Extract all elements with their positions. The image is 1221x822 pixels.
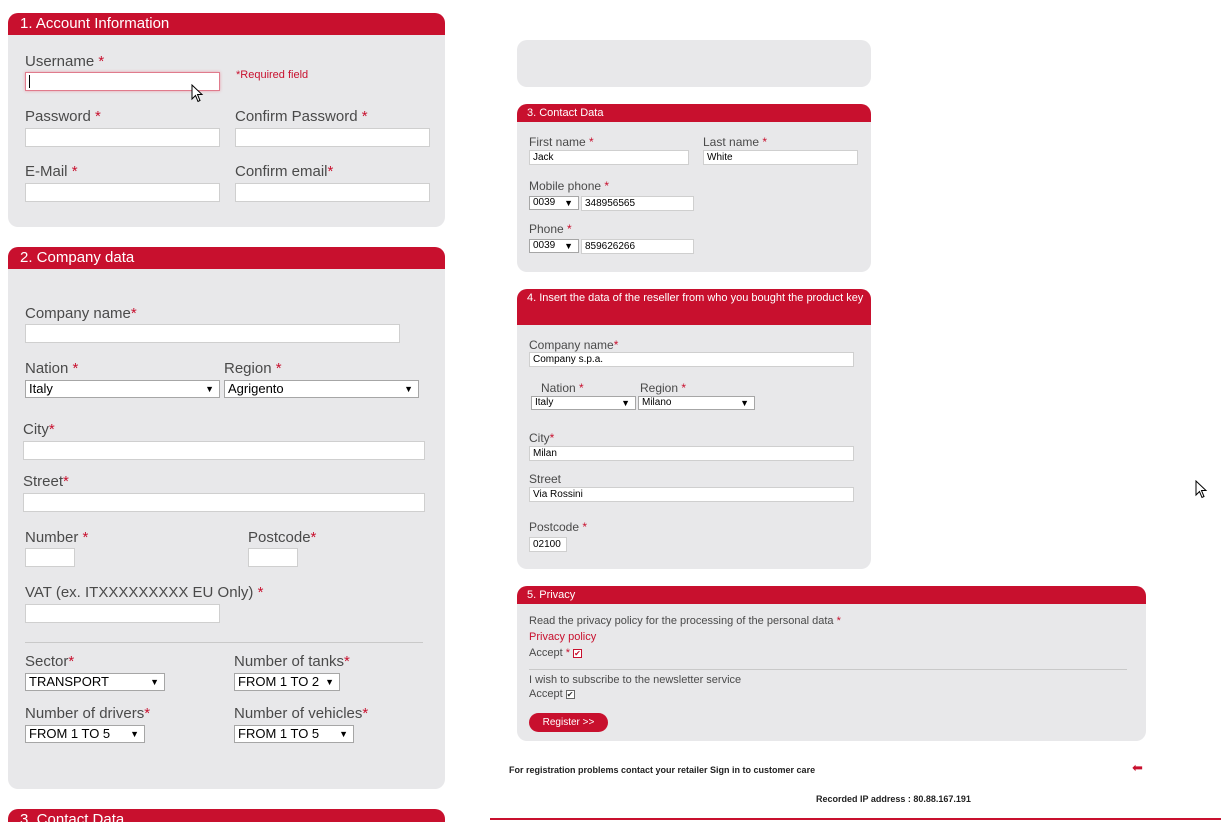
newsletter-accept: Accept ✔ — [529, 688, 575, 700]
last-name-input[interactable]: White — [703, 150, 858, 165]
privacy-accept-checkbox[interactable]: ✔ — [572, 648, 582, 658]
city-input[interactable] — [23, 441, 425, 460]
chevron-down-icon: ▼ — [205, 384, 214, 394]
company-header: 2. Company data — [8, 247, 445, 269]
confirm-email-input[interactable] — [235, 183, 430, 202]
reseller-street-input[interactable]: Via Rossini — [529, 487, 854, 502]
reseller-region-label: Region * — [640, 381, 687, 395]
nation-select[interactable]: Italy ▼ — [25, 380, 220, 398]
required-note: *Required field — [236, 69, 309, 81]
postcode-label: Postcode* — [248, 529, 317, 546]
reseller-postcode-label: Postcode * — [529, 520, 588, 534]
username-label: Username * — [25, 53, 105, 70]
mobile-input[interactable]: 348956565 — [581, 196, 694, 211]
nation-label: Nation * — [25, 360, 79, 377]
privacy-panel: 5. Privacy Read the privacy policy for t… — [517, 586, 1146, 741]
company-name-label: Company name* — [25, 305, 137, 322]
reseller-postcode-input[interactable]: 02100 — [529, 537, 567, 552]
phone-label: Phone * — [529, 222, 572, 236]
street-label: Street* — [23, 473, 69, 490]
chevron-down-icon: ▼ — [130, 729, 139, 739]
number-label: Number * — [25, 529, 89, 546]
first-name-label: First name * — [529, 135, 594, 149]
confirm-password-label: Confirm Password * — [235, 108, 368, 125]
pointer-cursor-icon — [1195, 480, 1208, 499]
registration-problems-text[interactable]: For registration problems contact your r… — [509, 765, 815, 775]
newsletter-text: I wish to subscribe to the newsletter se… — [529, 674, 742, 686]
chevron-down-icon: ▼ — [621, 398, 630, 408]
sector-label: Sector* — [25, 653, 75, 670]
reseller-company-label: Company name* — [529, 338, 619, 352]
tanks-label: Number of tanks* — [234, 653, 350, 670]
confirm-email-label: Confirm email* — [235, 163, 334, 180]
recorded-ip-text: Recorded IP address : 80.88.167.191 — [816, 794, 971, 804]
privacy-policy-text: Read the privacy policy for the processi… — [529, 615, 841, 627]
contact-panel-partial: 3. Contact Data — [8, 809, 445, 822]
contact-partial-header: 3. Contact Data — [8, 809, 445, 822]
city-label: City* — [23, 421, 55, 438]
privacy-accept: Accept * ✔ — [529, 647, 582, 659]
account-panel: 1. Account Information Username * *Requi… — [8, 13, 445, 227]
region-select[interactable]: Agrigento ▼ — [224, 380, 419, 398]
back-arrow-icon[interactable]: ⬅ — [1132, 760, 1143, 776]
last-name-label: Last name * — [703, 135, 768, 149]
company-name-input[interactable] — [25, 324, 400, 343]
reseller-header: 4. Insert the data of the reseller from … — [517, 289, 871, 325]
privacy-policy-link[interactable]: Privacy policy — [529, 631, 596, 643]
password-input[interactable] — [25, 128, 220, 147]
reseller-city-input[interactable]: Milan — [529, 446, 854, 461]
divider — [25, 642, 423, 643]
chevron-down-icon: ▼ — [150, 677, 159, 687]
chevron-down-icon: ▼ — [325, 677, 334, 687]
privacy-divider — [529, 669, 1127, 670]
chevron-down-icon: ▼ — [740, 398, 749, 408]
sector-select[interactable]: TRANSPORT ▼ — [25, 673, 165, 691]
password-label: Password * — [25, 108, 101, 125]
street-input[interactable] — [23, 493, 425, 512]
partial-panel-top — [517, 40, 871, 87]
chevron-down-icon: ▼ — [339, 729, 348, 739]
first-name-input[interactable]: Jack — [529, 150, 689, 165]
email-input[interactable] — [25, 183, 220, 202]
region-label: Region * — [224, 360, 282, 377]
vehicles-select[interactable]: FROM 1 TO 5 ▼ — [234, 725, 354, 743]
contact-panel: 3. Contact Data First name * Jack Last n… — [517, 104, 871, 272]
tanks-select[interactable]: FROM 1 TO 2 ▼ — [234, 673, 340, 691]
chevron-down-icon: ▼ — [564, 198, 573, 208]
chevron-down-icon: ▼ — [404, 384, 413, 394]
privacy-header: 5. Privacy — [517, 586, 1146, 604]
company-panel: 2. Company data Company name* Nation * I… — [8, 247, 445, 789]
drivers-select[interactable]: FROM 1 TO 5 ▼ — [25, 725, 145, 743]
pointer-cursor-icon — [191, 84, 204, 103]
mobile-label: Mobile phone * — [529, 179, 610, 193]
reseller-panel: 4. Insert the data of the reseller from … — [517, 289, 871, 569]
reseller-company-input[interactable]: Company s.p.a. — [529, 352, 854, 367]
phone-prefix-select[interactable]: 0039 ▼ — [529, 239, 579, 253]
postcode-input[interactable] — [248, 548, 298, 567]
email-label: E-Mail * — [25, 163, 78, 180]
drivers-label: Number of drivers* — [25, 705, 151, 722]
mobile-prefix-select[interactable]: 0039 ▼ — [529, 196, 579, 210]
phone-input[interactable]: 859626266 — [581, 239, 694, 254]
reseller-street-label: Street — [529, 472, 562, 486]
vat-input[interactable] — [25, 604, 220, 623]
register-button[interactable]: Register >> — [529, 713, 608, 732]
account-header: 1. Account Information — [8, 13, 445, 35]
reseller-nation-select[interactable]: Italy ▼ — [531, 396, 636, 410]
chevron-down-icon: ▼ — [564, 241, 573, 251]
reseller-nation-label: Nation * — [541, 381, 584, 395]
number-input[interactable] — [25, 548, 75, 567]
newsletter-accept-checkbox[interactable]: ✔ — [565, 689, 575, 699]
reseller-region-select[interactable]: Milano ▼ — [638, 396, 755, 410]
reseller-city-label: City* — [529, 431, 555, 445]
footer-rule — [490, 818, 1221, 820]
contact-header: 3. Contact Data — [517, 104, 871, 122]
confirm-password-input[interactable] — [235, 128, 430, 147]
vehicles-label: Number of vehicles* — [234, 705, 369, 722]
vat-label: VAT (ex. ITXXXXXXXXX EU Only) * — [25, 584, 264, 601]
